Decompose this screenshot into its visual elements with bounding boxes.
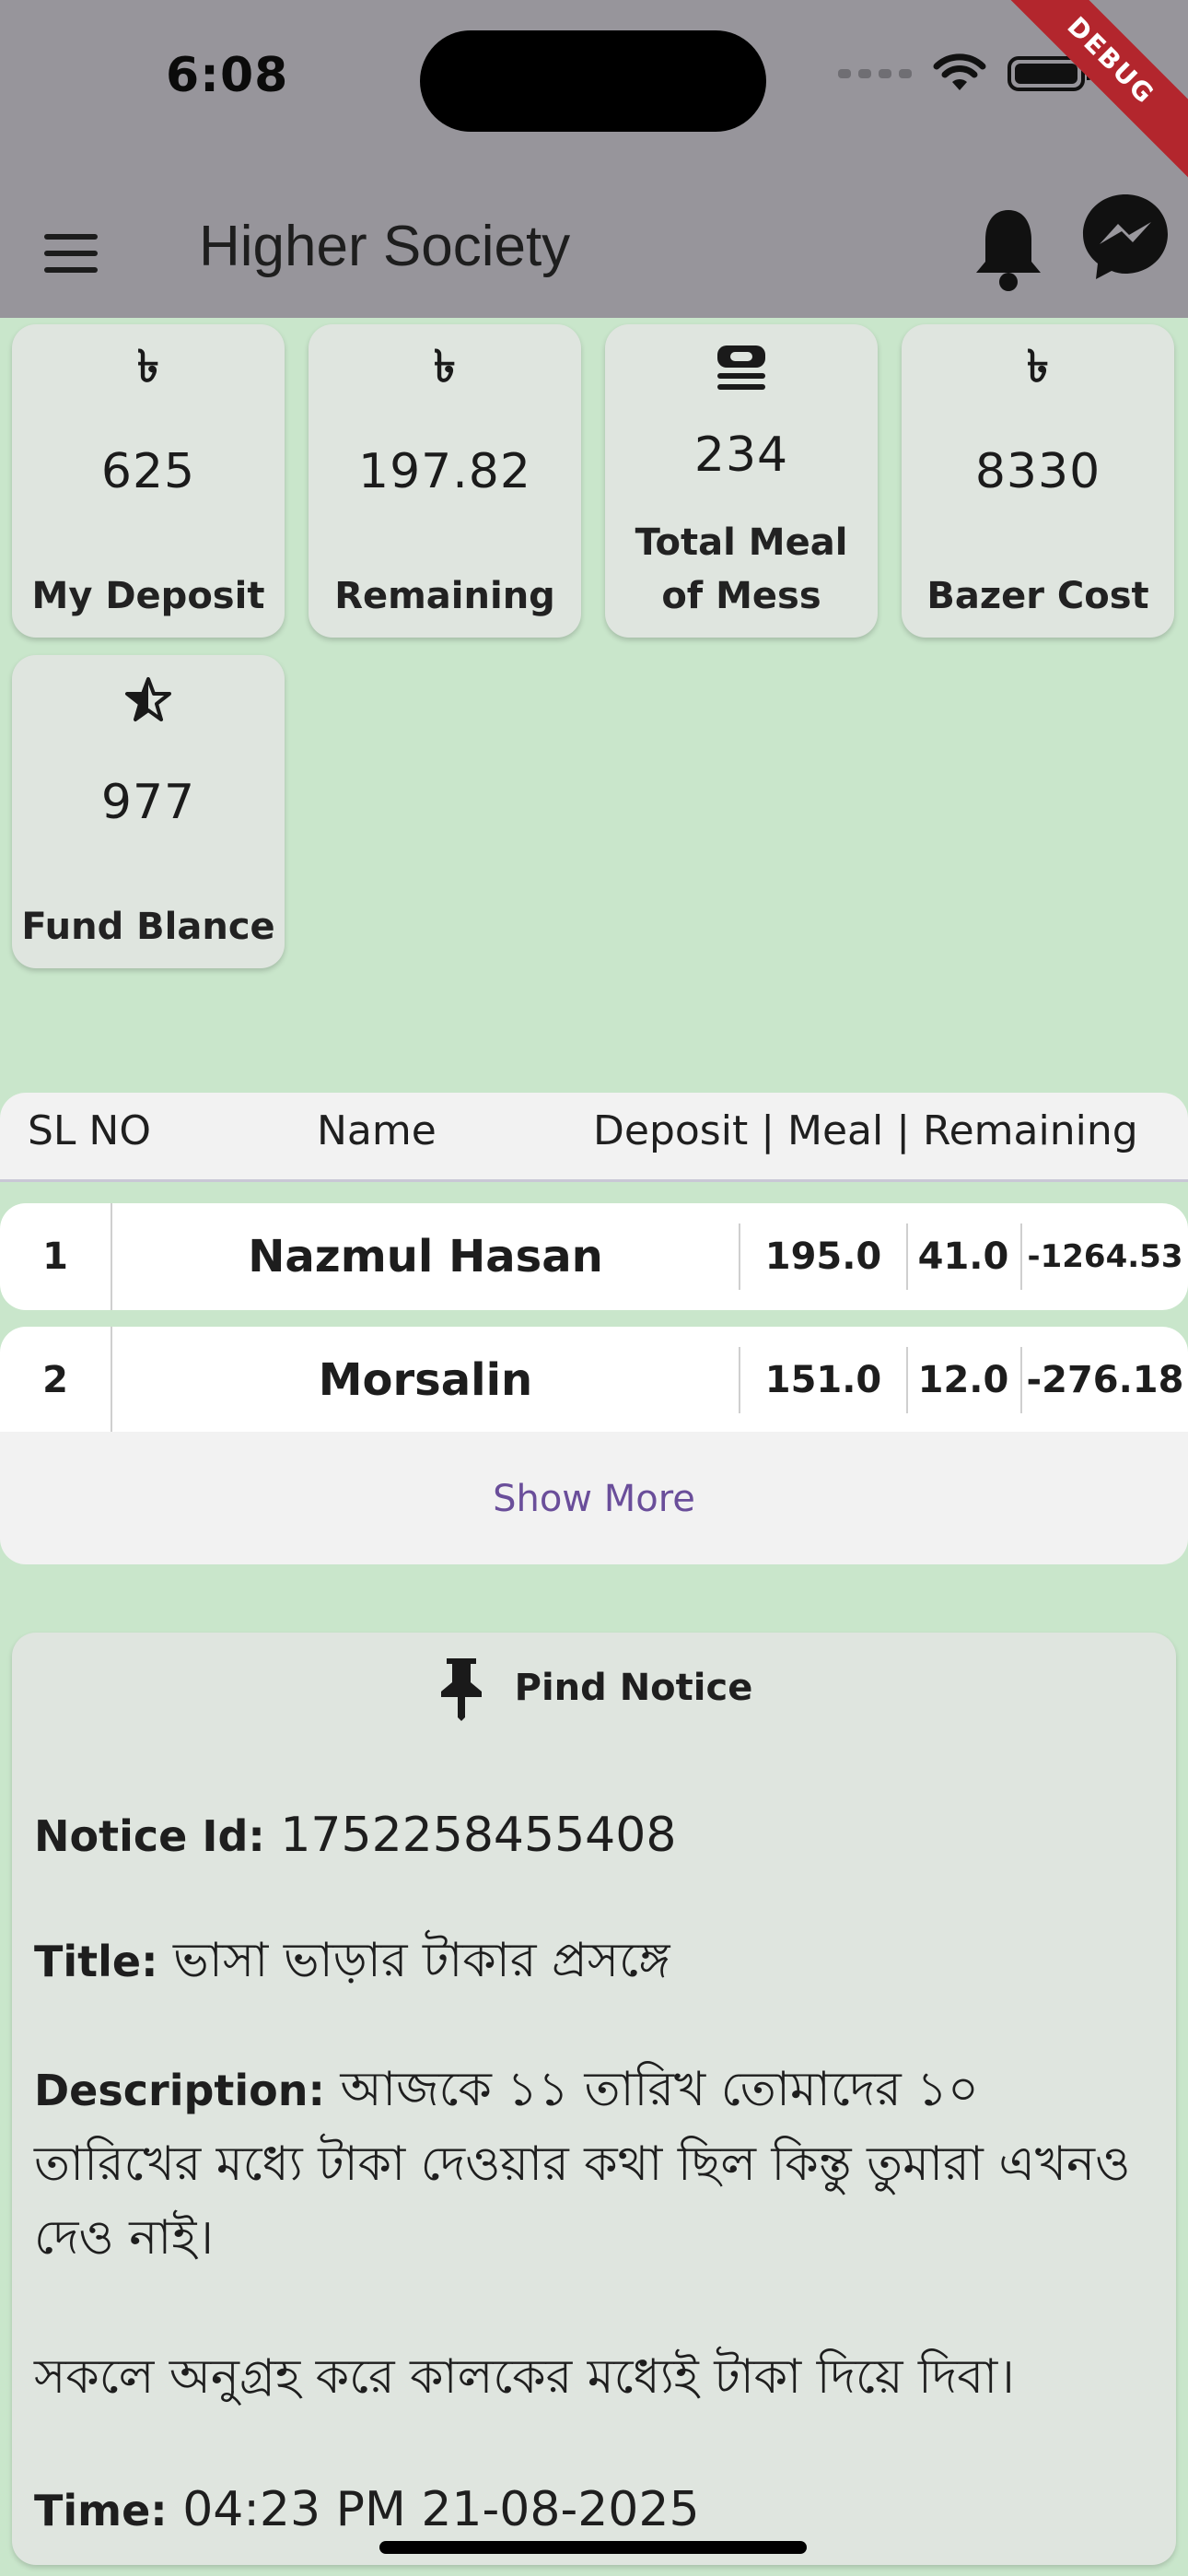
signal-icon <box>838 69 912 78</box>
status-bar: 6:08 DEBUG <box>0 0 1188 192</box>
card-remaining: ৳ 197.82 Remaining <box>309 324 581 638</box>
card-value: 234 <box>693 427 789 483</box>
app-title: Higher Society <box>199 215 571 278</box>
card-my-deposit: ৳ 625 My Deposit <box>12 324 285 638</box>
app-bar: Higher Society <box>0 184 1188 318</box>
home-indicator <box>379 2541 807 2554</box>
card-value: 8330 <box>974 444 1101 499</box>
meal-icon <box>605 339 878 400</box>
table-row[interactable]: 1 Nazmul Hasan 195.0 41.0 -1264.53 <box>0 1203 1188 1310</box>
row-name: Morsalin <box>318 1354 533 1406</box>
card-bazer-cost: ৳ 8330 Bazer Cost <box>902 324 1174 638</box>
taka-icon: ৳ <box>137 340 159 392</box>
row-deposit: 151.0 <box>764 1359 882 1401</box>
menu-icon[interactable] <box>44 221 109 286</box>
wifi-icon <box>933 53 986 90</box>
card-total-meal: 234 Total Meal of Mess <box>605 324 878 638</box>
taka-icon: ৳ <box>434 340 456 392</box>
notice-id-line: Notice Id: 1752258455408 <box>34 1798 1154 1873</box>
card-label: Total Meal of Mess <box>635 521 848 617</box>
card-label: Remaining <box>334 575 555 617</box>
row-remaining: -276.18 <box>1026 1359 1184 1401</box>
pinned-notice[interactable]: Pind Notice Notice Id: 1752258455408 Tit… <box>12 1633 1176 2565</box>
row-meal: 41.0 <box>917 1235 1009 1278</box>
notice-time-label: Time: <box>34 2486 168 2535</box>
notice-id-label: Notice Id: <box>34 1811 265 1861</box>
notice-title-line: Title: ভাসা ভাড়ার টাকার প্রসঙ্গে <box>34 1924 1154 1998</box>
status-time: 6:08 <box>166 48 289 103</box>
row-meal: 12.0 <box>917 1359 1009 1401</box>
notice-id-value: 1752258455408 <box>280 1808 677 1863</box>
bell-icon[interactable] <box>969 203 1048 295</box>
notice-time-line: Time: 04:23 PM 21-08-2025 <box>34 2473 1154 2547</box>
notice-description-label: Description: <box>34 2066 325 2115</box>
row-sl: 2 <box>42 1359 68 1401</box>
card-value: 977 <box>100 775 196 830</box>
header-name: Name <box>317 1107 437 1154</box>
card-value: 625 <box>100 444 196 499</box>
status-icons <box>838 53 1092 94</box>
card-label: Fund Blance <box>21 906 275 948</box>
notice-title-value: ভাসা ভাড়ার টাকার প্রসঙ্গে <box>173 1933 670 1988</box>
messenger-icon[interactable] <box>1077 189 1173 285</box>
notice-heading: Pind Notice <box>514 1667 753 1709</box>
notice-time-value: 04:23 PM 21-08-2025 <box>182 2482 700 2537</box>
row-sl: 1 <box>42 1235 68 1278</box>
star-icon <box>12 670 285 731</box>
table-header: SL NO Name Deposit | Meal | Remaining <box>0 1093 1188 1182</box>
row-name: Nazmul Hasan <box>248 1231 603 1282</box>
notice-title-label: Title: <box>34 1937 158 1986</box>
row-deposit: 195.0 <box>764 1235 882 1278</box>
notice-description-extra: সকলে অনুগ্রহ করে কালকের মধ্যেই টাকা দিয়… <box>34 2349 1015 2405</box>
notice-description-line: Description: আজকে ১১ তারিখ তোমাদের ১০ তা… <box>34 2053 1154 2275</box>
dynamic-island <box>420 30 766 132</box>
taka-icon: ৳ <box>1027 340 1049 392</box>
card-value: 197.82 <box>358 444 531 499</box>
header-stats: Deposit | Meal | Remaining <box>593 1107 1138 1154</box>
row-remaining: -1264.53 <box>1027 1238 1183 1275</box>
card-fund-balance: 977 Fund Blance <box>12 655 285 968</box>
card-label: My Deposit <box>31 575 265 617</box>
pin-icon <box>440 1658 482 1721</box>
notice-header: Pind Notice <box>12 1655 1176 1721</box>
table-row[interactable]: 2 Morsalin 151.0 12.0 -276.18 <box>0 1327 1188 1434</box>
debug-ribbon: DEBUG <box>980 0 1188 192</box>
show-more-button[interactable]: Show More <box>0 1478 1188 1520</box>
show-more-area: Show More <box>0 1432 1188 1564</box>
card-label: Bazer Cost <box>926 575 1149 617</box>
header-sl-no: SL NO <box>28 1107 151 1154</box>
